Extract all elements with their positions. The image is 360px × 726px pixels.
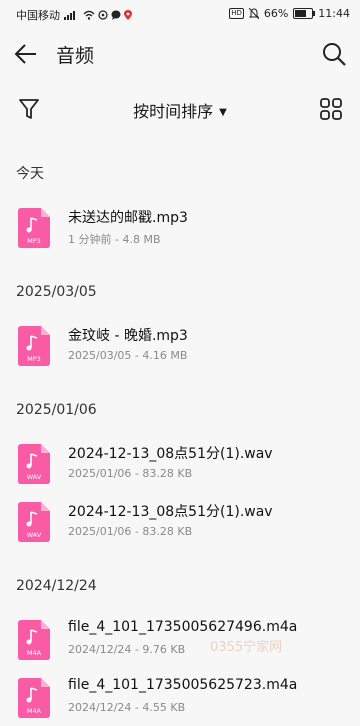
- back-arrow-icon[interactable]: [12, 40, 40, 68]
- file-meta: 2025/01/06 - 83.28 KB: [68, 525, 193, 538]
- file-type-label: WAV: [27, 531, 42, 539]
- file-meta: 2024/12/24 - 4.55 KB: [68, 701, 186, 714]
- audio-file-icon: WAV: [18, 502, 50, 542]
- group-header: 2024/12/24: [16, 578, 97, 594]
- audio-file-icon: MP3: [18, 326, 50, 366]
- status-icons: [64, 10, 132, 20]
- hd-icon: HD: [229, 8, 244, 19]
- file-type-label: WAV: [27, 473, 42, 481]
- audio-file-icon: M4A: [18, 620, 50, 660]
- list-item[interactable]: M4A file_4_101_1735005627496.m4a 2024/12…: [0, 610, 360, 668]
- file-meta: 1 分钟前 - 4.8 MB: [68, 233, 161, 246]
- file-type-label: M4A: [27, 649, 42, 657]
- file-name: 金玟岐 - 晚婚.mp3: [68, 328, 188, 344]
- file-name: file_4_101_1735005625723.m4a: [68, 677, 298, 693]
- file-name: 未送达的邮戳.mp3: [68, 210, 188, 226]
- file-name: file_4_101_1735005627496.m4a: [68, 619, 298, 635]
- message-icon: [111, 10, 121, 20]
- file-meta: 2024/12/24 - 9.76 KB: [68, 643, 186, 656]
- list-item[interactable]: MP3 未送达的邮戳.mp3 1 分钟前 - 4.8 MB: [0, 198, 360, 256]
- location-icon: [124, 10, 132, 20]
- audio-file-icon: MP3: [18, 208, 50, 248]
- file-type-label: MP3: [27, 237, 41, 245]
- wifi-icon: [83, 10, 95, 20]
- carrier-label: 中国移动: [16, 9, 60, 22]
- page-title: 音频: [56, 45, 95, 67]
- list-item[interactable]: WAV 2024-12-13_08点51分(1).wav 2025/01/06 …: [0, 434, 360, 492]
- battery-percent: 66%: [263, 7, 289, 20]
- mute-icon: [248, 8, 259, 19]
- group-header: 今天: [16, 166, 44, 182]
- sort-dropdown[interactable]: 按时间排序 ▼: [0, 98, 360, 122]
- sort-label: 按时间排序: [133, 102, 214, 121]
- list-item[interactable]: MP3 金玟岐 - 晚婚.mp3 2025/03/05 - 4.16 MB: [0, 316, 360, 374]
- clock: 11:44: [318, 7, 350, 20]
- file-meta: 2025/03/05 - 4.16 MB: [68, 349, 188, 362]
- file-list: 今天 MP3 未送达的邮戳.mp3 1 分钟前 - 4.8 MB 2025/03…: [0, 150, 360, 726]
- signal-icon: [64, 11, 75, 20]
- audio-file-icon: M4A: [18, 678, 50, 718]
- dropdown-arrow-icon: ▼: [219, 107, 227, 118]
- watermark: 0355宁家网: [210, 640, 283, 655]
- app-bar: 音频: [0, 28, 360, 80]
- grid-view-icon[interactable]: [318, 96, 344, 122]
- file-name: 2024-12-13_08点51分(1).wav: [68, 446, 273, 462]
- audio-file-icon: WAV: [18, 444, 50, 484]
- sync-icon: [98, 10, 108, 20]
- toolbar: 按时间排序 ▼: [0, 88, 360, 132]
- search-icon[interactable]: [320, 40, 348, 68]
- battery-icon: [293, 8, 316, 19]
- file-meta: 2025/01/06 - 83.28 KB: [68, 467, 193, 480]
- group-header: 2025/03/05: [16, 284, 97, 300]
- group-header: 2025/01/06: [16, 402, 97, 418]
- file-name: 2024-12-13_08点51分(1).wav: [68, 504, 273, 520]
- status-left: 中国移动: [16, 7, 132, 23]
- battery-fill: [295, 10, 306, 17]
- file-type-label: M4A: [27, 707, 42, 715]
- file-type-label: MP3: [27, 355, 41, 363]
- status-right: HD 66% 11:44: [229, 7, 350, 20]
- status-bar: 中国移动 HD 66% 11:44: [0, 0, 360, 28]
- list-item[interactable]: WAV 2024-12-13_08点51分(1).wav 2025/01/06 …: [0, 492, 360, 550]
- list-item[interactable]: M4A file_4_101_1735005625723.m4a 2024/12…: [0, 668, 360, 726]
